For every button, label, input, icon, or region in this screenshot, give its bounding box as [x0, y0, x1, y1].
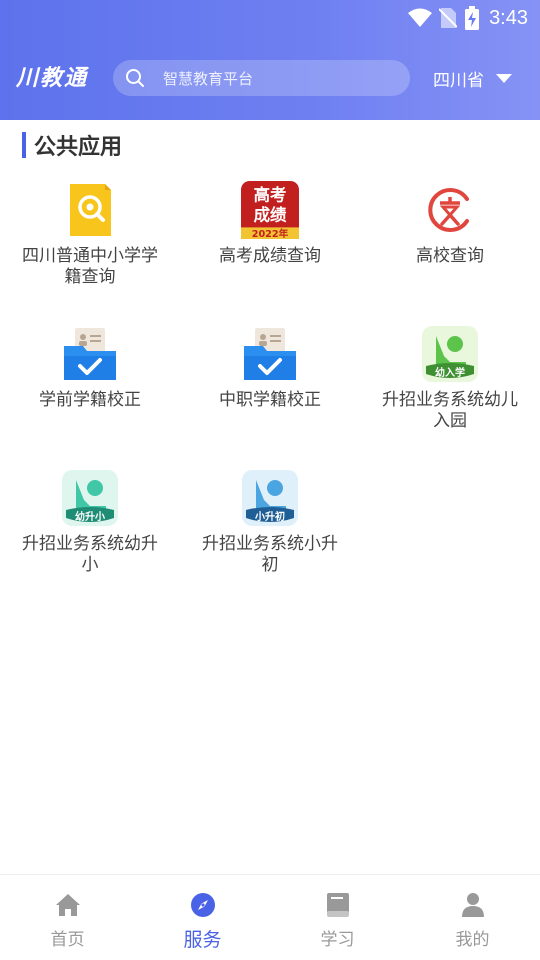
app-label: 中职学籍校正: [219, 390, 321, 410]
user-icon: [459, 891, 487, 919]
app-primary-to-junior[interactable]: 小升初 升招业务系统小升初: [180, 468, 360, 576]
nav-item-home[interactable]: 首页: [0, 875, 135, 960]
bottom-navigation: 首页 服务 学习 我的: [0, 874, 540, 960]
app-label: 升招业务系统幼儿入园: [382, 390, 518, 431]
region-label: 四川省: [433, 70, 484, 91]
app-kindergarten-enrollment[interactable]: 幼入学 升招业务系统幼儿入园: [360, 324, 540, 432]
search-placeholder: 智慧教育平台: [163, 69, 254, 88]
nav-label: 首页: [50, 930, 85, 950]
gaokao-icon-year: 2022年: [252, 228, 289, 240]
app-label: 四川普通中小学学籍查询: [22, 246, 158, 287]
app-student-status-query[interactable]: 四川普通中小学学籍查询: [0, 180, 180, 288]
folder-check-icon: [61, 324, 119, 384]
nav-label: 我的: [455, 930, 490, 950]
compass-icon: [189, 891, 217, 919]
home-icon: [54, 891, 82, 919]
kindergarten-icon-text: 幼入学: [435, 366, 465, 379]
app-gaokao-score-query[interactable]: 高考 成绩 2022年 高考成绩查询: [180, 180, 360, 267]
kindergarten-enrollment-icon: 幼入学: [421, 324, 479, 384]
status-bar: 3:43: [0, 0, 540, 38]
app-label: 升招业务系统幼升小: [22, 534, 158, 575]
app-label: 学前学籍校正: [39, 390, 141, 410]
app-label: 高校查询: [416, 246, 484, 266]
gaokao-icon-text-1: 高考: [254, 185, 287, 204]
region-selector[interactable]: 四川省: [433, 64, 512, 92]
folder-check-icon: [241, 324, 299, 384]
section-title: 公共应用: [22, 131, 123, 160]
search-icon: [125, 68, 145, 88]
university-icon: [421, 180, 479, 240]
magnifier-document-icon: [61, 180, 119, 240]
gaokao-score-icon: 高考 成绩 2022年: [241, 180, 299, 240]
app-vocational-status-correction[interactable]: 中职学籍校正: [180, 324, 360, 411]
battery-charging-icon: [465, 6, 480, 30]
app-header: 3:43 川教通 智慧教育平台 四川省: [0, 0, 540, 120]
book-icon: [324, 891, 352, 919]
app-label: 高考成绩查询: [219, 246, 321, 266]
nav-label: 学习: [320, 930, 355, 950]
primary-to-junior-icon: 小升初: [241, 468, 299, 528]
search-bar[interactable]: 智慧教育平台: [113, 60, 410, 96]
status-time: 3:43: [489, 6, 528, 29]
nav-item-mine[interactable]: 我的: [405, 875, 540, 960]
wifi-icon: [407, 8, 433, 28]
nav-item-service[interactable]: 服务: [135, 875, 270, 960]
no-sim-icon: [439, 7, 458, 29]
app-preschool-status-correction[interactable]: 学前学籍校正: [0, 324, 180, 411]
app-kindergarten-to-primary[interactable]: 幼升小 升招业务系统幼升小: [0, 468, 180, 576]
nav-item-study[interactable]: 学习: [270, 875, 405, 960]
primary-to-junior-icon-text: 小升初: [254, 510, 285, 523]
chevron-down-icon: [496, 73, 512, 83]
app-logo: 川教通: [16, 65, 89, 91]
kindergarten-to-primary-icon: 幼升小: [61, 468, 119, 528]
nav-label: 服务: [183, 929, 222, 951]
kindergarten-to-primary-icon-text: 幼升小: [75, 510, 105, 523]
app-label: 升招业务系统小升初: [202, 534, 338, 575]
app-university-query[interactable]: 高校查询: [360, 180, 540, 267]
gaokao-icon-text-2: 成绩: [254, 206, 287, 225]
section-accent-bar: [22, 132, 26, 158]
section-title-text: 公共应用: [34, 135, 123, 160]
